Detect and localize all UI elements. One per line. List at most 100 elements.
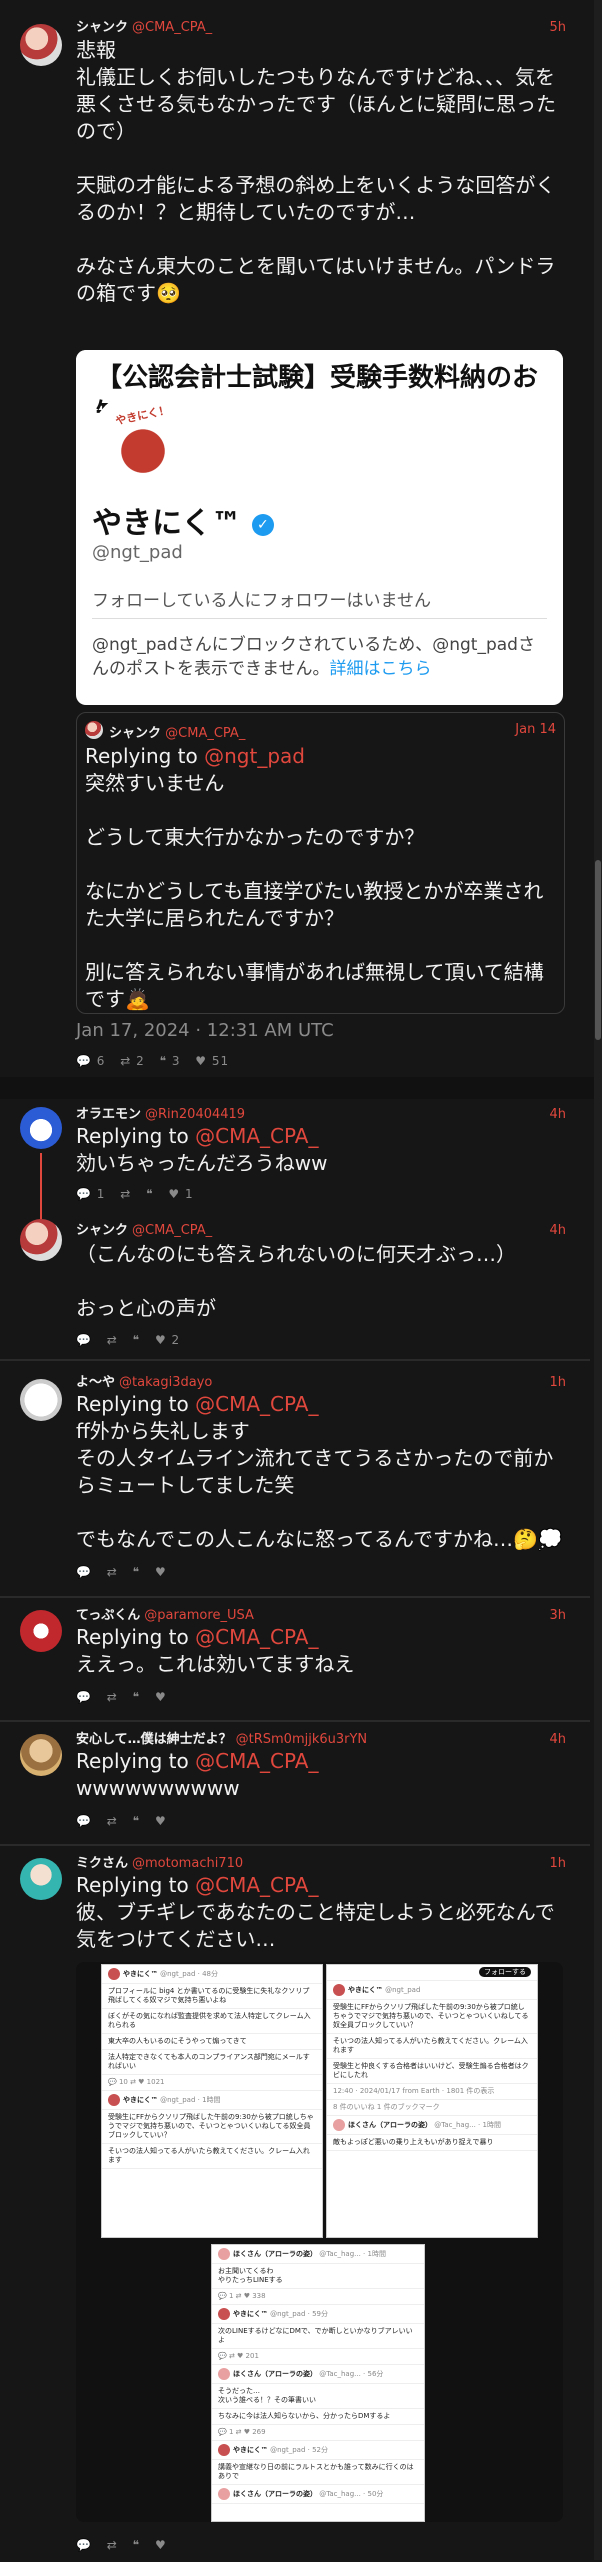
replying-to: Replying to @CMA_CPA_	[76, 1873, 319, 1897]
post-text: wwwwwwwwww	[76, 1776, 240, 1800]
attached-image[interactable]: やきにく™ @ngt_pad · 48分 プロフィールに big4 とか書いてる…	[76, 1962, 563, 2522]
card-display-name[interactable]: やきにく™ ✓	[92, 498, 274, 542]
quote-avatar[interactable]	[85, 721, 103, 739]
post-stats: 💬 6 ⇄ 2 ❝ 3 ♥ 51	[76, 1054, 239, 1068]
quote-count[interactable]: ❝	[133, 1565, 140, 1579]
scrollbar-thumb[interactable]	[595, 860, 601, 1040]
embedded-screenshot: ほくさん（アローラの姿） @Tac_hag... · 1時間 お主聞いてくるわ …	[211, 2244, 425, 2522]
retweet-count[interactable]: ⇄	[107, 1565, 118, 1579]
avatar[interactable]	[20, 1379, 62, 1421]
post-time[interactable]: 1h	[549, 1856, 566, 1872]
like-count[interactable]: ♥	[155, 1565, 167, 1579]
thread-line	[40, 1153, 42, 1209]
like-count[interactable]: ♥	[155, 2538, 167, 2552]
quoted-tweet[interactable]: シャンク @CMA_CPA_ Jan 14 Replying to @ngt_p…	[76, 712, 565, 1014]
replying-link[interactable]: @CMA_CPA_	[195, 1749, 318, 1773]
author-name[interactable]: オラエモン	[76, 1107, 141, 1122]
quote-count[interactable]: ❝ 3	[160, 1054, 181, 1068]
author-handle[interactable]: @takagi3dayo	[119, 1375, 212, 1390]
like-count[interactable]: ♥ 51	[195, 1054, 229, 1068]
tweet-reply: ミクさん @motomachi710 1h Replying to @CMA_CP…	[0, 1844, 590, 2562]
quote-count[interactable]: ❝	[133, 2538, 140, 2552]
card-handle[interactable]: @ngt_pad	[92, 542, 183, 563]
post-time[interactable]: 4h	[549, 1223, 566, 1239]
reply-count[interactable]: 💬	[76, 1565, 92, 1579]
quote-author-name[interactable]: シャンク	[109, 726, 161, 741]
replying-link[interactable]: @CMA_CPA_	[195, 1625, 318, 1649]
scrollbar[interactable]	[594, 0, 602, 2560]
retweet-count[interactable]: ⇄	[107, 1690, 118, 1704]
post-stats: 💬 ⇄ ❝ ♥ 2	[76, 1333, 190, 1347]
retweet-count[interactable]: ⇄	[107, 1333, 118, 1347]
like-count[interactable]: ♥ 2	[155, 1333, 180, 1347]
tweet-reply: てっぷくん @paramore_USA 3h Replying to @CMA_C…	[0, 1596, 590, 1722]
blocked-notice: @ngt_padさんにブロックされているため、@ngt_padさんのポストを表示…	[92, 635, 535, 679]
retweet-count[interactable]: ⇄	[107, 2538, 118, 2552]
replying-to: Replying to @CMA_CPA_	[76, 1749, 319, 1773]
retweet-count[interactable]: ⇄	[107, 1814, 118, 1828]
post-time[interactable]: 1h	[549, 1375, 566, 1391]
post-stats: 💬 1 ⇄ ❝ ♥ 1	[76, 1187, 204, 1201]
avatar[interactable]	[20, 1107, 62, 1149]
quote-author-handle[interactable]: @CMA_CPA_	[165, 726, 245, 741]
replying-link[interactable]: @CMA_CPA_	[195, 1124, 318, 1148]
reply-count[interactable]: 💬 1	[76, 1187, 105, 1201]
tweet-reply: シャンク @CMA_CPA_ 4h （こんなのにも答えられないのに何天才ぶっ…） …	[0, 1209, 590, 1359]
post-time[interactable]: 3h	[549, 1608, 566, 1624]
post-time[interactable]: 4h	[549, 1732, 566, 1748]
quote-count[interactable]: ❝	[133, 1333, 140, 1347]
post-stats: 💬 ⇄ ❝ ♥	[76, 1565, 177, 1579]
post-time[interactable]: 4h	[549, 1107, 566, 1123]
author-name[interactable]: よ〜や	[76, 1375, 115, 1390]
author-handle[interactable]: @CMA_CPA_	[132, 1223, 212, 1238]
quote-time[interactable]: Jan 14	[515, 722, 556, 737]
author-handle[interactable]: @paramore_USA	[144, 1608, 254, 1623]
like-count[interactable]: ♥ 1	[168, 1187, 193, 1201]
avatar[interactable]	[20, 24, 62, 66]
author-name[interactable]: ミクさん	[76, 1856, 128, 1871]
like-count[interactable]: ♥	[155, 1690, 167, 1704]
verified-badge-icon: ✓	[251, 513, 274, 536]
retweet-count[interactable]: ⇄ 2	[120, 1054, 145, 1068]
reply-count[interactable]: 💬	[76, 2538, 92, 2552]
reply-count[interactable]: 💬 6	[76, 1054, 105, 1068]
avatar[interactable]	[20, 1610, 62, 1652]
avatar[interactable]	[20, 1858, 62, 1900]
replying-to: Replying to @CMA_CPA_	[76, 1392, 319, 1416]
post-timestamp[interactable]: Jan 17, 2024 · 12:31 AM UTC	[76, 1020, 334, 1041]
reply-count[interactable]: 💬	[76, 1333, 92, 1347]
reply-count[interactable]: 💬	[76, 1690, 92, 1704]
post-time[interactable]: 5h	[549, 20, 566, 36]
retweet-count[interactable]: ⇄	[120, 1187, 131, 1201]
post-text: ええっ。これは効いてますねえ	[76, 1652, 355, 1676]
avatar[interactable]	[20, 1734, 62, 1776]
author-name[interactable]: 安心して…僕は紳士だよ？	[76, 1732, 232, 1747]
tweet-reply: オラエモン @Rin20404419 4h Replying to @CMA_CP…	[0, 1099, 590, 1209]
quote-count[interactable]: ❝	[133, 1690, 140, 1704]
quote-count[interactable]: ❝	[133, 1814, 140, 1828]
quote-count[interactable]: ❝	[146, 1187, 153, 1201]
post-text: （こんなのにも答えられないのに何天才ぶっ…） おっと心の声が	[76, 1242, 516, 1320]
avatar[interactable]	[20, 1219, 62, 1261]
profile-card[interactable]: 【公認会計士試験】受験手数料納のお知らせ やきにく！ やきにく™ ✓ @ngt_…	[76, 350, 563, 705]
author-handle[interactable]: @CMA_CPA_	[132, 20, 212, 35]
author-name[interactable]: シャンク	[76, 20, 128, 35]
post-text: 悲報 礼儀正しくお伺いしたつもりなんですけどね、、、気を悪くさせる気もなかったで…	[76, 38, 556, 305]
author-handle[interactable]: @tRSm0mjjk6u3rYN	[236, 1732, 368, 1747]
post-stats: 💬 ⇄ ❝ ♥	[76, 2538, 177, 2552]
profile-avatar[interactable]: やきにく！	[90, 390, 196, 496]
replying-to: Replying to @CMA_CPA_	[76, 1625, 319, 1649]
quote-replying-link[interactable]: @ngt_pad	[204, 744, 305, 768]
post-text: ff外から失礼します その人タイムライン流れてきてうるさかったので前からミュート…	[76, 1419, 563, 1551]
replying-link[interactable]: @CMA_CPA_	[195, 1873, 318, 1897]
like-count[interactable]: ♥	[155, 1814, 167, 1828]
author-handle[interactable]: @motomachi710	[132, 1856, 243, 1871]
details-link[interactable]: 詳細はこちら	[330, 659, 432, 679]
replying-link[interactable]: @CMA_CPA_	[195, 1392, 318, 1416]
author-handle[interactable]: @Rin20404419	[145, 1107, 245, 1122]
logo-text: やきにく！	[114, 403, 171, 428]
tweet-reply: よ〜や @takagi3dayo 1h Replying to @CMA_CPA_…	[0, 1359, 590, 1598]
reply-count[interactable]: 💬	[76, 1814, 92, 1828]
author-name[interactable]: てっぷくん	[76, 1608, 140, 1623]
author-name[interactable]: シャンク	[76, 1223, 128, 1238]
